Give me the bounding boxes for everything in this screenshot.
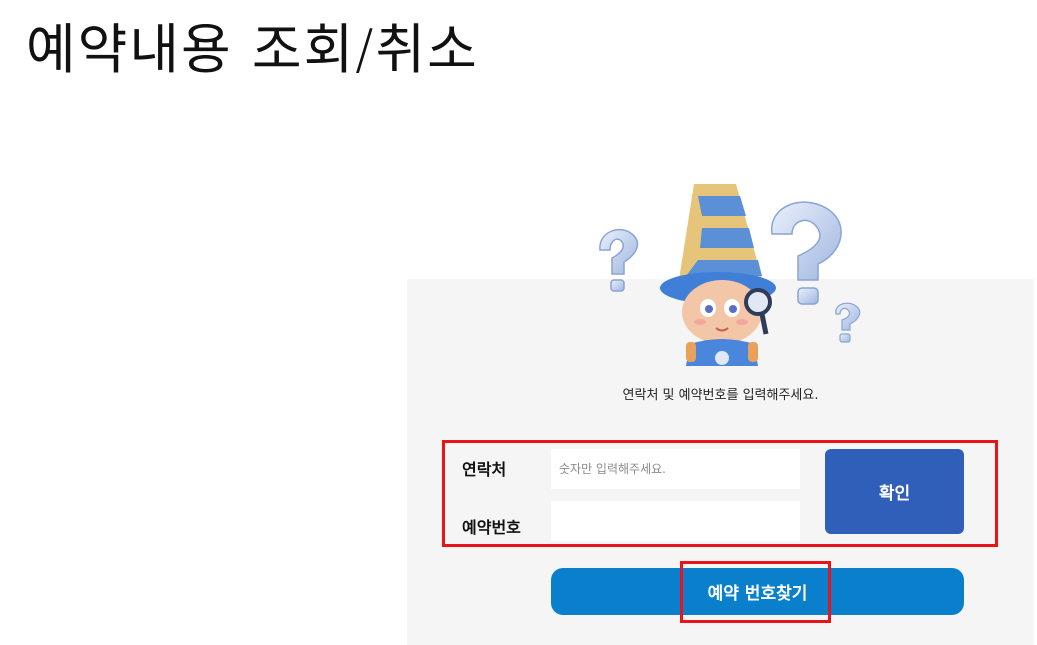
- reservation-number-label: 예약번호: [462, 518, 521, 537]
- confirm-button[interactable]: 확인: [825, 449, 964, 534]
- question-mark-icon: [599, 229, 639, 292]
- question-mark-icon: [771, 201, 842, 305]
- find-reservation-number-button[interactable]: 예약 번호찾기: [551, 568, 964, 615]
- page-title: 예약내용 조회/취소: [26, 18, 479, 81]
- instruction-text: 연락처 및 예약번호를 입력해주세요.: [622, 388, 819, 403]
- reservation-number-input[interactable]: [551, 501, 800, 541]
- wizard-mascot-icon: [599, 184, 861, 366]
- question-mark-icon: [835, 302, 861, 343]
- contact-label: 연락처: [462, 460, 507, 479]
- contact-input[interactable]: [551, 449, 800, 489]
